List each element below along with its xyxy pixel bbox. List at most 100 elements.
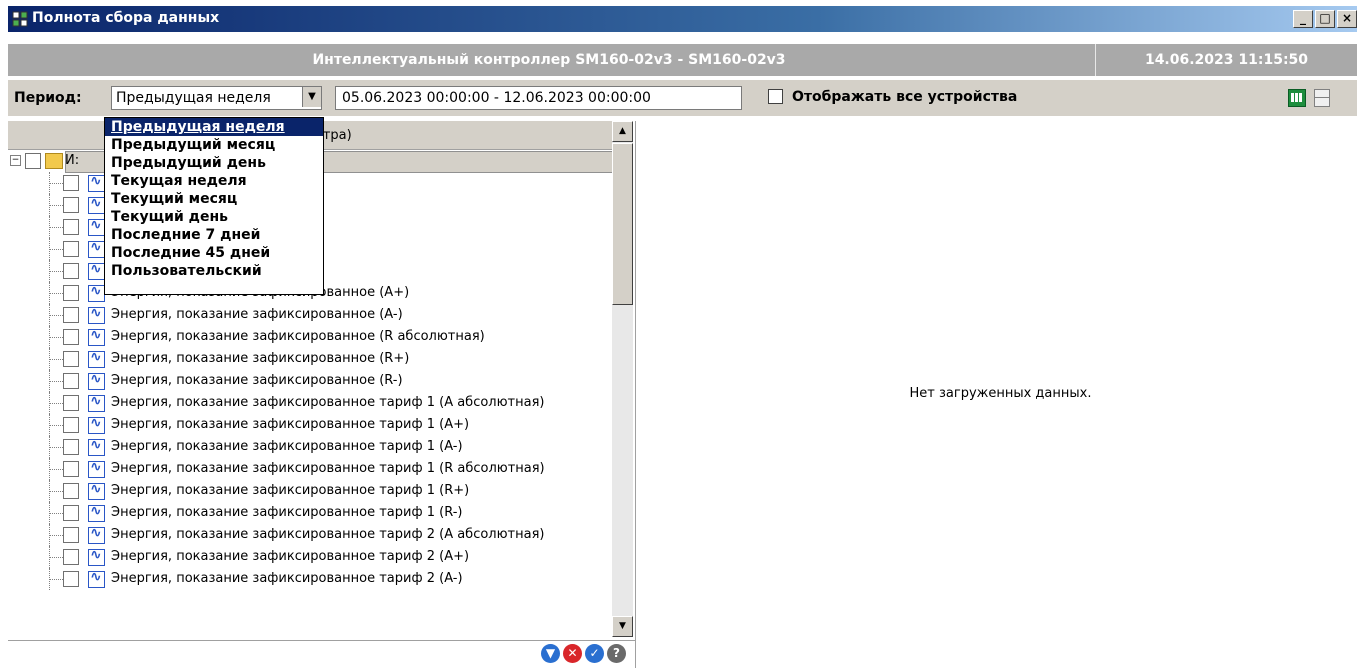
tree-item-label: Энергия, показание зафиксированное тариф… [111,461,545,476]
clear-icon[interactable]: ✕ [563,644,582,663]
period-option[interactable]: Последние 45 дней [105,244,323,262]
period-option[interactable]: Текущий месяц [105,190,323,208]
tree-item-row[interactable]: Энергия, показание зафиксированное тариф… [8,458,612,480]
period-option[interactable]: Предыдущий месяц [105,136,323,154]
tree-item-checkbox[interactable] [63,285,79,301]
toolbar: Период: Предыдущая неделя ▼ 05.06.2023 0… [8,80,1357,116]
tree-item-row[interactable]: Энергия, показание зафиксированное тариф… [8,568,612,590]
scrollbar-thumb[interactable] [612,143,633,305]
show-all-devices-checkbox[interactable] [768,89,783,104]
period-dropdown-list: Предыдущая неделя Предыдущий месяц Предыду… [104,117,324,295]
tree-item-checkbox[interactable] [63,395,79,411]
tree-item-checkbox[interactable] [63,527,79,543]
tree-item-checkbox[interactable] [63,505,79,521]
signal-icon [88,195,105,214]
tree-item-label: Энергия, показание зафиксированное тариф… [111,417,470,432]
close-button[interactable]: × [1337,10,1357,28]
signal-icon [88,371,105,390]
current-datetime: 14.06.2023 11:15:50 [1144,52,1309,68]
tree-item-checkbox[interactable] [63,571,79,587]
period-select[interactable]: Предыдущая неделя ▼ [111,86,322,110]
signal-icon [88,459,105,478]
tree-guide-branch [49,557,63,558]
tree-guide-branch [49,359,63,360]
tree-guide-branch [49,271,63,272]
tree-item-row[interactable]: Энергия, показание зафиксированное тариф… [8,436,612,458]
tree-item-row[interactable]: Энергия, показание зафиксированное (R+) [8,348,612,370]
tree-item-checkbox[interactable] [63,549,79,565]
show-all-devices-label[interactable]: Отображать все устройства [792,89,1017,105]
filter-icon[interactable]: ▼ [541,644,560,663]
minimize-button[interactable]: _ [1293,10,1313,28]
tree-guide-branch [49,337,63,338]
tree-guide-branch [49,293,63,294]
tree-guide-branch [49,447,63,448]
tree-item-label: Энергия, показание зафиксированное тариф… [111,549,470,564]
period-option[interactable]: Текущая неделя [105,172,323,190]
window-title: Полнота сбора данных [32,10,220,26]
scroll-up-icon[interactable]: ▲ [612,121,633,142]
chevron-down-icon[interactable]: ▼ [302,87,321,107]
tree-item-label: Энергия, показание зафиксированное тариф… [111,439,463,454]
signal-icon [88,173,105,192]
tree-item-checkbox[interactable] [63,439,79,455]
tree-item-row[interactable]: Энергия, показание зафиксированное (A-) [8,304,612,326]
apply-icon[interactable]: ✓ [585,644,604,663]
window-controls: _ □ × [1291,10,1357,28]
period-select-value: Предыдущая неделя [116,90,271,106]
signal-icon [88,217,105,236]
period-option[interactable]: Пользовательский [105,262,323,280]
tree-item-label: Энергия, показание зафиксированное тариф… [111,527,545,542]
period-option[interactable]: Последние 7 дней [105,226,323,244]
date-range-field[interactable]: 05.06.2023 00:00:00 - 12.06.2023 00:00:0… [335,86,742,110]
tree-item-row[interactable]: Энергия, показание зафиксированное тариф… [8,480,612,502]
tree-root-label: И: [65,153,80,168]
signal-icon [88,239,105,258]
tree-search-input[interactable] [8,643,512,667]
tree-item-row[interactable]: Энергия, показание зафиксированное тариф… [8,392,612,414]
tree-item-checkbox[interactable] [63,241,79,257]
help-icon[interactable]: ? [607,644,626,663]
split-view-icon[interactable] [1314,89,1330,107]
tree-root-checkbox[interactable] [25,153,41,169]
tree-guide-branch [49,227,63,228]
tree-item-row[interactable]: Энергия, показание зафиксированное (R-) [8,370,612,392]
tree-scrollbar[interactable]: ▲ ▼ [612,121,633,637]
tree-item-checkbox[interactable] [63,351,79,367]
tree-item-checkbox[interactable] [63,263,79,279]
tree-item-checkbox[interactable] [63,329,79,345]
signal-icon [88,437,105,456]
maximize-button[interactable]: □ [1315,10,1335,28]
period-option[interactable]: Предыдущий день [105,154,323,172]
tree-item-row[interactable]: Энергия, показание зафиксированное тариф… [8,502,612,524]
tree-item-row[interactable]: Энергия, показание зафиксированное тариф… [8,524,612,546]
tree-item-checkbox[interactable] [63,197,79,213]
signal-icon [88,327,105,346]
signal-icon [88,525,105,544]
tree-item-checkbox[interactable] [63,417,79,433]
collapse-icon[interactable]: − [10,155,21,166]
scroll-down-icon[interactable]: ▼ [612,616,633,637]
signal-icon [88,305,105,324]
tree-guide-branch [49,205,63,206]
tree-item-checkbox[interactable] [63,219,79,235]
tree-item-checkbox[interactable] [63,483,79,499]
signal-icon [88,261,105,280]
folder-icon [45,153,63,169]
period-option[interactable]: Текущий день [105,208,323,226]
app-icon [12,11,28,27]
table-view-icon[interactable] [1288,89,1306,107]
tree-guide-branch [49,249,63,250]
tree-item-label: Энергия, показание зафиксированное тариф… [111,395,545,410]
tree-item-row[interactable]: Энергия, показание зафиксированное тариф… [8,414,612,436]
tree-item-checkbox[interactable] [63,307,79,323]
tree-item-checkbox[interactable] [63,373,79,389]
tree-item-checkbox[interactable] [63,461,79,477]
tree-item-label: Энергия, показание зафиксированное (R-) [111,373,403,388]
period-option[interactable]: Предыдущая неделя [105,118,323,136]
tree-item-row[interactable]: Энергия, показание зафиксированное тариф… [8,546,612,568]
tree-item-label: Энергия, показание зафиксированное (R+) [111,351,410,366]
tree-item-row[interactable]: Энергия, показание зафиксированное (R аб… [8,326,612,348]
tree-guide-branch [49,183,63,184]
tree-item-checkbox[interactable] [63,175,79,191]
